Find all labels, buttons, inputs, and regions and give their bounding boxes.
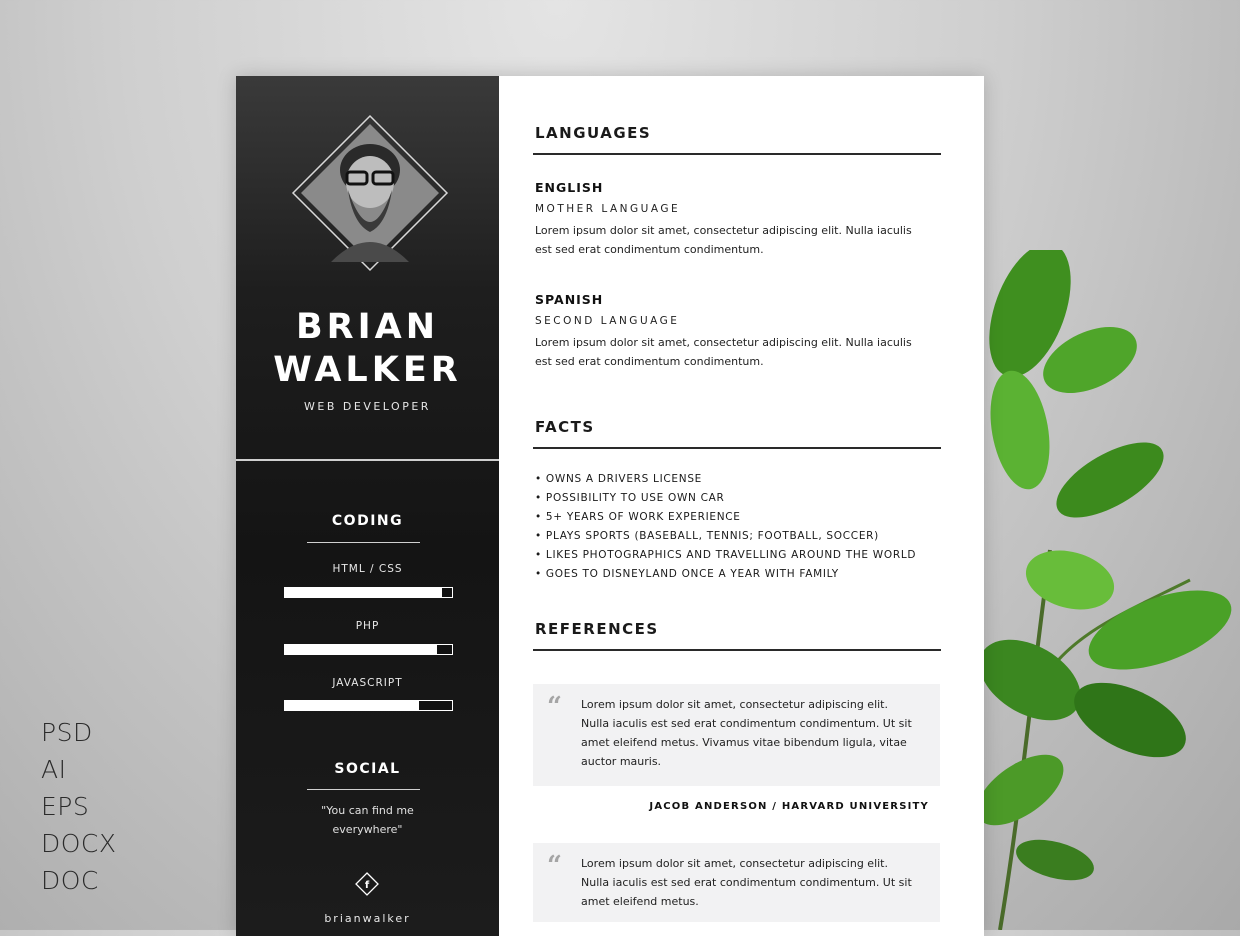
- language-name: SPANISH: [535, 292, 604, 307]
- references-divider: [533, 649, 941, 651]
- skill-label-html-css: HTML / CSS: [332, 563, 403, 575]
- reference-text: Lorem ipsum dolor sit amet, consectetur …: [581, 698, 912, 768]
- reference-author: JACOB ANDERSON / HARVARD UNIVERSITY: [649, 801, 929, 812]
- fact-item: • POSSIBILITY TO USE OWN CAR: [535, 492, 725, 504]
- resume-sidebar: BRIAN WALKER WEB DEVELOPER CODING HTML /…: [236, 76, 499, 936]
- quote-icon: “: [547, 692, 562, 722]
- profile-photo: [291, 114, 449, 272]
- resume-document: BRIAN WALKER WEB DEVELOPER CODING HTML /…: [236, 76, 984, 936]
- skill-bar-javascript: [284, 700, 453, 711]
- languages-heading: LANGUAGES: [535, 124, 652, 142]
- facebook-icon[interactable]: f: [355, 872, 379, 896]
- languages-divider: [533, 153, 941, 155]
- reference-text: Lorem ipsum dolor sit amet, consectetur …: [581, 857, 912, 908]
- language-description: Lorem ipsum dolor sit amet, consectetur …: [535, 224, 912, 256]
- references-heading: REFERENCES: [535, 620, 659, 638]
- format-list: PSD AI EPS DOCX DOC: [41, 714, 117, 899]
- first-name: BRIAN: [295, 307, 440, 347]
- format-ai: AI: [41, 755, 67, 784]
- reference-card: “ Lorem ipsum dolor sit amet, consectetu…: [533, 843, 940, 922]
- job-title: WEB DEVELOPER: [304, 400, 431, 413]
- reference-card: “ Lorem ipsum dolor sit amet, consectetu…: [533, 684, 940, 786]
- coding-heading: CODING: [331, 513, 404, 529]
- language-name: ENGLISH: [535, 180, 604, 195]
- language-level: MOTHER LANGUAGE: [535, 203, 681, 215]
- skill-label-javascript: JAVASCRIPT: [332, 677, 403, 689]
- language-description: Lorem ipsum dolor sit amet, consectetur …: [535, 336, 912, 368]
- social-heading: SOCIAL: [334, 761, 401, 777]
- language-level: SECOND LANGUAGE: [535, 315, 680, 327]
- skill-label-php: PHP: [355, 620, 380, 632]
- skill-bar-html-css: [284, 587, 453, 598]
- fact-item: • 5+ YEARS OF WORK EXPERIENCE: [535, 511, 741, 523]
- skill-bar-php: [284, 644, 453, 655]
- format-docx: DOCX: [41, 829, 117, 858]
- social-quote: "You can find me everywhere": [321, 804, 414, 836]
- fact-item: • LIKES PHOTOGRAPHICS AND TRAVELLING ARO…: [535, 549, 917, 561]
- coding-divider: [307, 542, 420, 543]
- format-doc: DOC: [41, 866, 99, 895]
- social-handle[interactable]: brianwalker: [236, 912, 499, 925]
- format-psd: PSD: [41, 718, 93, 747]
- skill-bar-fill: [285, 588, 442, 597]
- social-divider: [307, 789, 420, 790]
- facts-list: • OWNS A DRIVERS LICENSE • POSSIBILITY T…: [535, 470, 916, 584]
- plant-image: [976, 250, 1232, 930]
- last-name: WALKER: [273, 350, 462, 390]
- fact-item: • PLAYS SPORTS (BASEBALL, TENNIS; FOOTBA…: [535, 530, 879, 542]
- resume-main: LANGUAGES ENGLISH MOTHER LANGUAGE Lorem …: [499, 76, 984, 936]
- svg-text:f: f: [365, 880, 370, 891]
- skill-bar-fill: [285, 645, 437, 654]
- quote-icon: “: [547, 851, 562, 881]
- format-eps: EPS: [41, 792, 90, 821]
- fact-item: • GOES TO DISNEYLAND ONCE A YEAR WITH FA…: [535, 568, 839, 580]
- skill-bar-fill: [285, 701, 419, 710]
- fact-item: • OWNS A DRIVERS LICENSE: [535, 473, 703, 485]
- facts-heading: FACTS: [535, 418, 595, 436]
- profile-section: BRIAN WALKER WEB DEVELOPER: [236, 76, 499, 461]
- facts-divider: [533, 447, 941, 449]
